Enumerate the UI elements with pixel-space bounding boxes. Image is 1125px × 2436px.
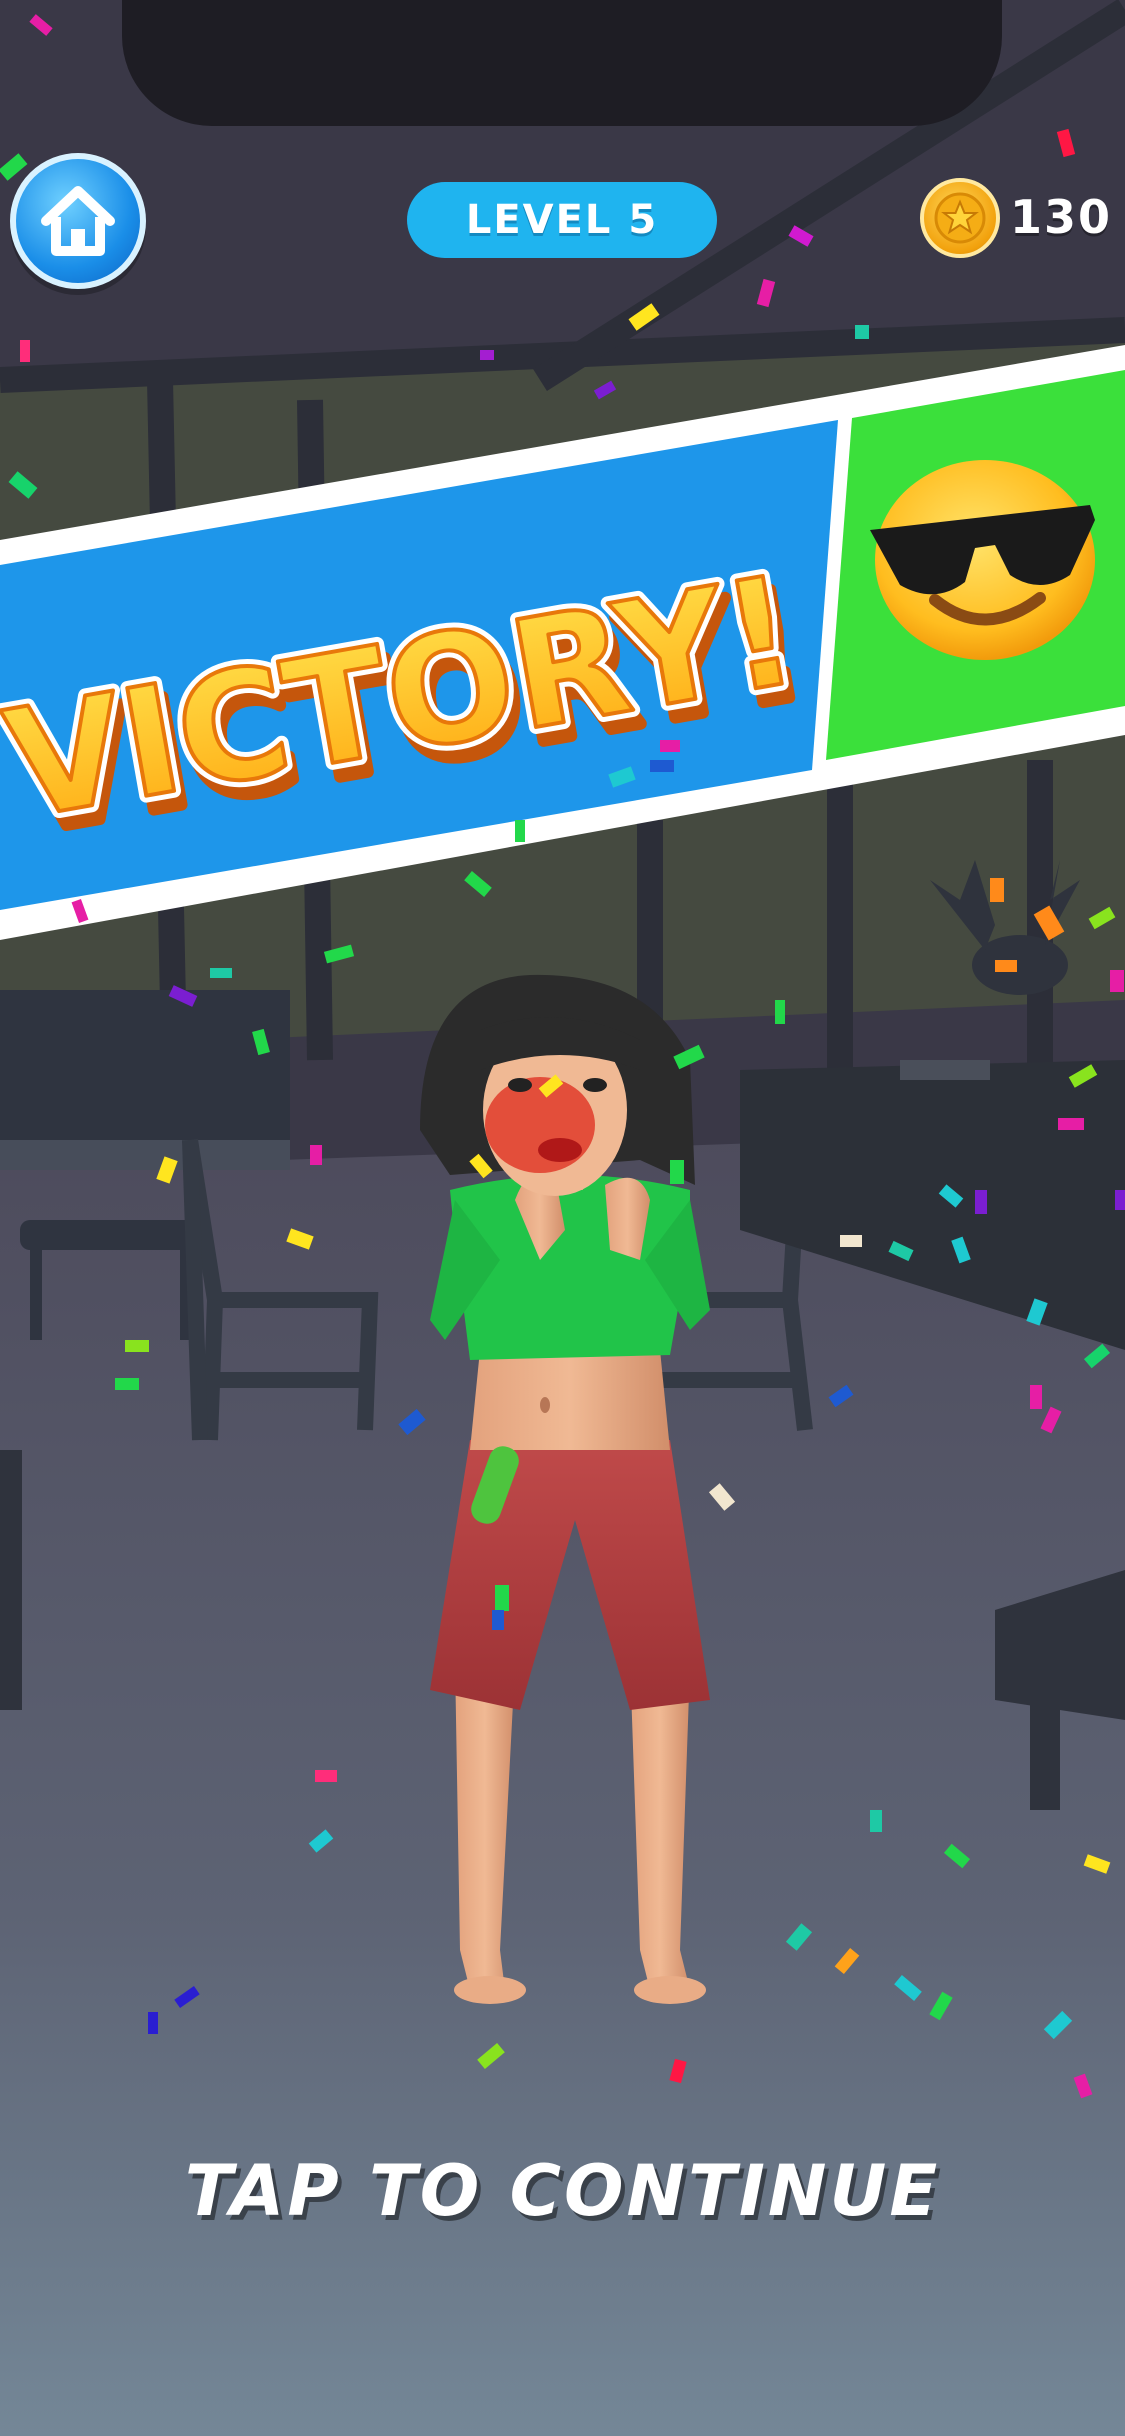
home-icon: [41, 186, 115, 256]
home-button[interactable]: [10, 153, 146, 289]
tap-to-continue[interactable]: TAP TO CONTINUE: [0, 2150, 1125, 2232]
device-notch: [122, 0, 1002, 126]
coin-star-icon: [920, 178, 1000, 258]
coin-count: 130: [1010, 190, 1113, 244]
level-label: LEVEL 5: [465, 197, 659, 243]
level-indicator: LEVEL 5: [407, 182, 717, 258]
game-scene: VICTORY! VICTORY! VICTORY!: [0, 0, 1125, 2436]
star-icon: [934, 192, 986, 244]
stool-left: [0, 1450, 22, 1710]
